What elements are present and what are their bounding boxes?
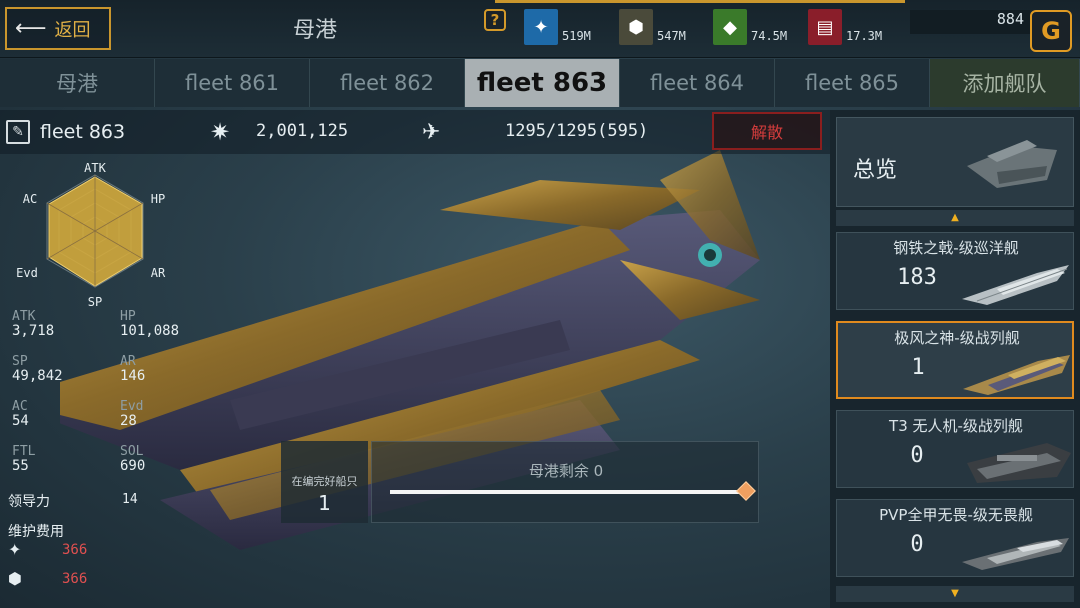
crystal-ore-icon: ⬢ [619, 9, 653, 45]
maintenance-label: 维护费用 [8, 524, 64, 540]
tab-fleet-862[interactable]: fleet 862 [310, 59, 465, 107]
ship-card-steel-halberd[interactable]: 钢铁之戟-级巡洋舰 183 [836, 232, 1074, 310]
resource-metal[interactable]: ✦ 519M [524, 3, 591, 45]
crystal-ore-icon: ⬢ [8, 569, 22, 588]
radar-label-hp: HP [151, 192, 165, 206]
currency-value: 884 [910, 10, 1030, 34]
ship-card-wind-god[interactable]: 极风之神-级战列舰 1 [836, 321, 1074, 399]
help-icon[interactable]: ? [484, 9, 506, 31]
maintenance-value: 366 [62, 570, 88, 587]
resource-crystal[interactable]: ◆ 74.5M [713, 3, 787, 45]
cruiser-ship-icon [962, 265, 1069, 305]
stat-value: 690 [120, 458, 146, 474]
tab-fleet-865[interactable]: fleet 865 [775, 59, 930, 107]
ship-type-sidebar: 总览 ▲ 钢铁之戟-级巡洋舰 183 极风之神-级战列舰 1 T3 无人机-级战… [830, 110, 1080, 608]
stat-value: 101,088 [120, 323, 180, 339]
home-port-remaining-label: 母港剩余 0 [528, 462, 604, 480]
stat-key: AC [12, 399, 28, 414]
radar-label-evd: Evd [16, 266, 38, 280]
tab-fleet-864[interactable]: fleet 864 [620, 59, 775, 107]
metal-icon: ✦ [524, 9, 558, 45]
tab-fleet-863[interactable]: fleet 863 [465, 59, 620, 107]
intact-ships-value: 1 [318, 491, 331, 515]
battleship-icon [963, 355, 1070, 395]
metal-icon: ✦ [8, 540, 22, 559]
stat-ar: AR 146 [120, 355, 200, 384]
stat-value: 54 [12, 413, 29, 429]
tab-home-port[interactable]: 母港 [0, 59, 155, 107]
stats-radar-chart: ATK HP AR SP Evd AC [16, 161, 166, 308]
resource-value: 74.5M [751, 29, 788, 43]
page-title: 母港 [292, 18, 337, 43]
leadership-label: 领导力 [8, 494, 50, 510]
fleet-name: fleet 863 [40, 121, 126, 143]
top-bar: ⟵ 返回 母港 ? ✦ 519M ⬢ 547M ◆ 74.5M ▤ 17.3M … [0, 0, 1080, 58]
scroll-down-button[interactable]: ▼ [836, 586, 1074, 602]
stat-key: Evd [120, 399, 144, 414]
combat-power-value: 2,001,125 [256, 121, 349, 141]
maintenance-crystal-ore: ⬢ 366 [8, 569, 87, 588]
slider-thumb[interactable] [736, 481, 756, 501]
maintenance-value: 366 [62, 541, 88, 558]
ship-card-pvp-dreadnought[interactable]: PVP全甲无畏-级无畏舰 0 [836, 499, 1074, 577]
overview-card[interactable]: 总览 [836, 117, 1074, 207]
radar-label-sp: SP [88, 295, 102, 308]
combat-power-icon: ✷ [210, 118, 231, 146]
tab-fleet-861[interactable]: fleet 861 [155, 59, 310, 107]
resource-crystal-ore[interactable]: ⬢ 547M [619, 3, 686, 45]
slider-fill [390, 490, 746, 494]
stat-atk: ATK 3,718 [12, 310, 92, 339]
ship-count-slider[interactable] [390, 481, 756, 501]
overview-ship-icon [967, 140, 1057, 188]
supply-icon: ▤ [808, 9, 842, 45]
stat-key: SOL [120, 444, 144, 459]
currency-icon[interactable]: G [1030, 10, 1072, 52]
stat-key: SP [12, 354, 28, 369]
stat-key: HP [120, 309, 136, 324]
resource-value: 519M [562, 29, 591, 43]
stat-value: 3,718 [12, 323, 55, 339]
stat-hp: HP 101,088 [120, 310, 200, 339]
stat-ftl: FTL 55 [12, 445, 92, 474]
intact-ships-label: 在编完好船只 [291, 475, 358, 488]
leadership-value: 14 [122, 492, 138, 507]
back-label: 返回 [54, 19, 91, 41]
ship-count-slider-box: 母港剩余 0 [371, 441, 759, 523]
disband-button[interactable]: 解散 [712, 112, 822, 150]
resource-supply[interactable]: ▤ 17.3M [808, 3, 882, 45]
scroll-up-button[interactable]: ▲ [836, 210, 1074, 226]
stat-key: FTL [12, 444, 36, 459]
edit-icon[interactable]: ✎ [6, 120, 30, 144]
radar-label-ac: AC [23, 192, 37, 206]
drone-battleship-icon [967, 443, 1071, 483]
stat-key: ATK [12, 309, 36, 324]
back-arrow-icon: ⟵ [15, 16, 47, 41]
back-button[interactable]: ⟵ 返回 [5, 7, 111, 50]
fleet-info-bar: ✎ fleet 863 ✷ 2,001,125 ✈ 1295/1295(595)… [0, 110, 830, 154]
stat-key: AR [120, 354, 136, 369]
resource-value: 17.3M [846, 29, 883, 43]
maintenance-metal: ✦ 366 [8, 540, 87, 559]
stat-value: 49,842 [12, 368, 63, 384]
fleet-capacity-value: 1295/1295(595) [505, 121, 649, 141]
radar-label-atk: ATK [84, 161, 106, 175]
dreadnought-icon [962, 538, 1069, 570]
crystal-icon: ◆ [713, 9, 747, 45]
radar-label-ar: AR [151, 266, 166, 280]
stat-ac: AC 54 [12, 400, 92, 429]
fleet-tabs: 母港 fleet 861 fleet 862 fleet 863 fleet 8… [0, 59, 1080, 107]
add-fleet-tab[interactable]: 添加舰队 [930, 59, 1080, 107]
intact-ships-box: 在编完好船只 1 [281, 441, 368, 523]
stat-value: 28 [120, 413, 137, 429]
stat-value: 55 [12, 458, 29, 474]
overview-title: 总览 [853, 158, 898, 183]
ship-card-t3-drone[interactable]: T3 无人机-级战列舰 0 [836, 410, 1074, 488]
stat-sol: SOL 690 [120, 445, 200, 474]
stat-sp: SP 49,842 [12, 355, 92, 384]
stat-value: 146 [120, 368, 146, 384]
stat-evd: Evd 28 [120, 400, 200, 429]
resource-value: 547M [657, 29, 686, 43]
fleet-capacity-icon: ✈ [422, 120, 441, 145]
